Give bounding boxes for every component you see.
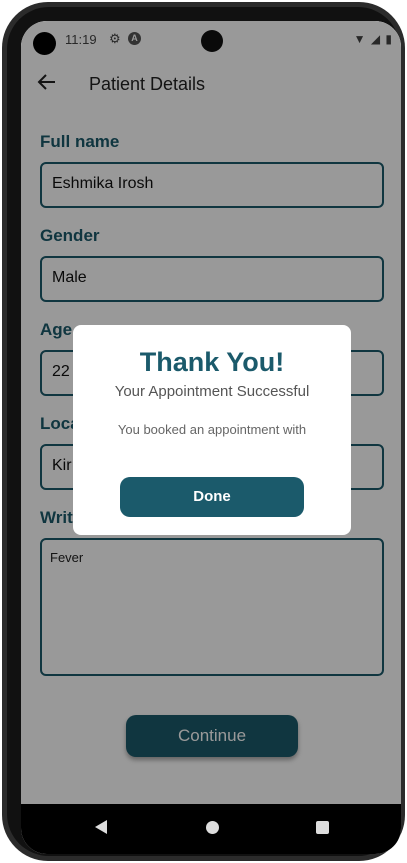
dialog-subtitle: Your Appointment Successful: [114, 383, 310, 400]
success-dialog: Thank You! Your Appointment Successful Y…: [73, 325, 351, 535]
screen: 11:19 ⚙ A ▼ ◢ ▮ Patient Details Full nam…: [21, 21, 401, 854]
dialog-message: You booked an appointment with: [117, 422, 307, 437]
nav-recents-icon[interactable]: [316, 821, 329, 834]
system-nav-bar: [21, 804, 401, 854]
phone-bezel: 11:19 ⚙ A ▼ ◢ ▮ Patient Details Full nam…: [7, 7, 401, 856]
nav-home-icon[interactable]: [206, 821, 219, 834]
dialog-title: Thank You!: [139, 347, 285, 377]
phone-frame: 11:19 ⚙ A ▼ ◢ ▮ Patient Details Full nam…: [2, 2, 405, 861]
nav-back-icon[interactable]: [95, 820, 107, 834]
done-button[interactable]: Done: [120, 477, 304, 517]
